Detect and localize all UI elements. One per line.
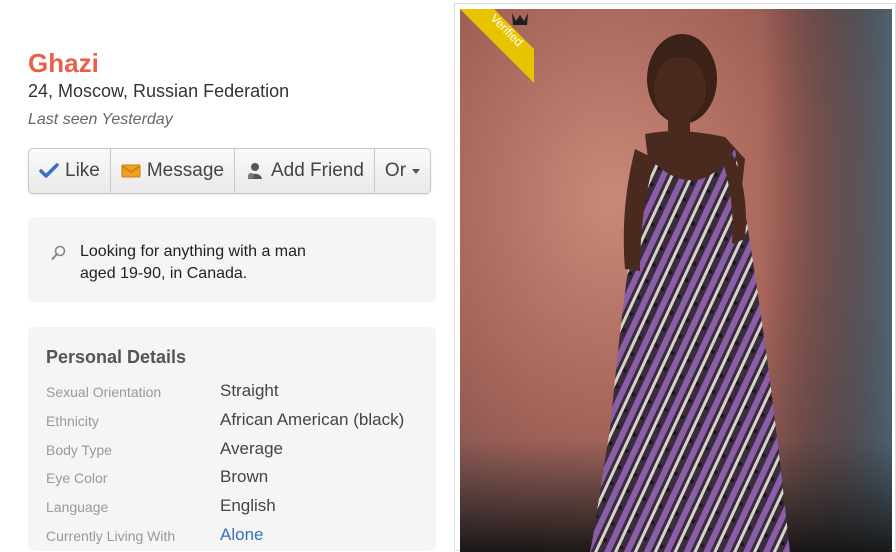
like-button[interactable]: Like [29,149,111,193]
checkmark-icon [39,163,59,179]
more-options-dropdown[interactable]: Or [375,149,430,193]
chevron-down-icon [412,168,421,174]
detail-row-language: Language English [46,496,426,518]
detail-value: African American (black) [220,410,405,429]
looking-for-line: aged 19-90, in Canada. [80,265,248,282]
message-button[interactable]: Message [111,149,235,193]
profile-name: Ghazi [28,48,99,78]
detail-value: English [220,496,276,515]
add-friend-button[interactable]: Add Friend [235,149,375,193]
detail-row-body-type: Body Type Average [46,439,426,461]
profile-action-bar: Like Message Add Friend Or [28,148,432,194]
looking-for-text: Looking for anything with a man aged 19-… [80,241,340,285]
detail-label: Ethnicity [46,413,99,429]
living-with-link[interactable]: Alone [220,525,263,545]
detail-row-ethnicity: Ethnicity African American (black) [46,410,426,432]
add-friend-icon [245,161,265,181]
profile-photo-image [460,9,892,552]
detail-row-living-with: Currently Living With Alone [46,525,426,547]
detail-label: Body Type [46,442,112,458]
search-icon [51,245,67,266]
looking-for-card: Looking for anything with a man aged 19-… [28,217,436,302]
detail-label: Currently Living With [46,528,176,544]
looking-for-line: Looking for anything with a man [80,243,306,260]
more-options-label: Or [384,160,407,181]
add-friend-button-label: Add Friend [270,160,364,181]
detail-row-sexual-orientation: Sexual Orientation Straight [46,381,426,403]
like-button-label: Like [65,160,100,181]
personal-details-card: Personal Details Sexual Orientation Stra… [28,327,436,551]
crown-icon [512,13,528,25]
message-button-label: Message [146,160,224,181]
verified-badge: Verified [460,9,534,83]
detail-value: Straight [220,381,279,400]
last-seen-status: Last seen Yesterday [28,111,173,128]
detail-label: Eye Color [46,470,108,486]
profile-age-location: 24, Moscow, Russian Federation [28,81,290,101]
personal-details-title: Personal Details [46,347,187,367]
detail-label: Sexual Orientation [46,384,162,400]
profile-photo[interactable]: Verified [454,3,896,552]
detail-value: Brown [220,467,269,486]
detail-row-eye-color: Eye Color Brown [46,467,426,489]
envelope-icon [121,163,141,179]
detail-label: Language [46,499,109,515]
detail-value: Average [220,439,284,458]
